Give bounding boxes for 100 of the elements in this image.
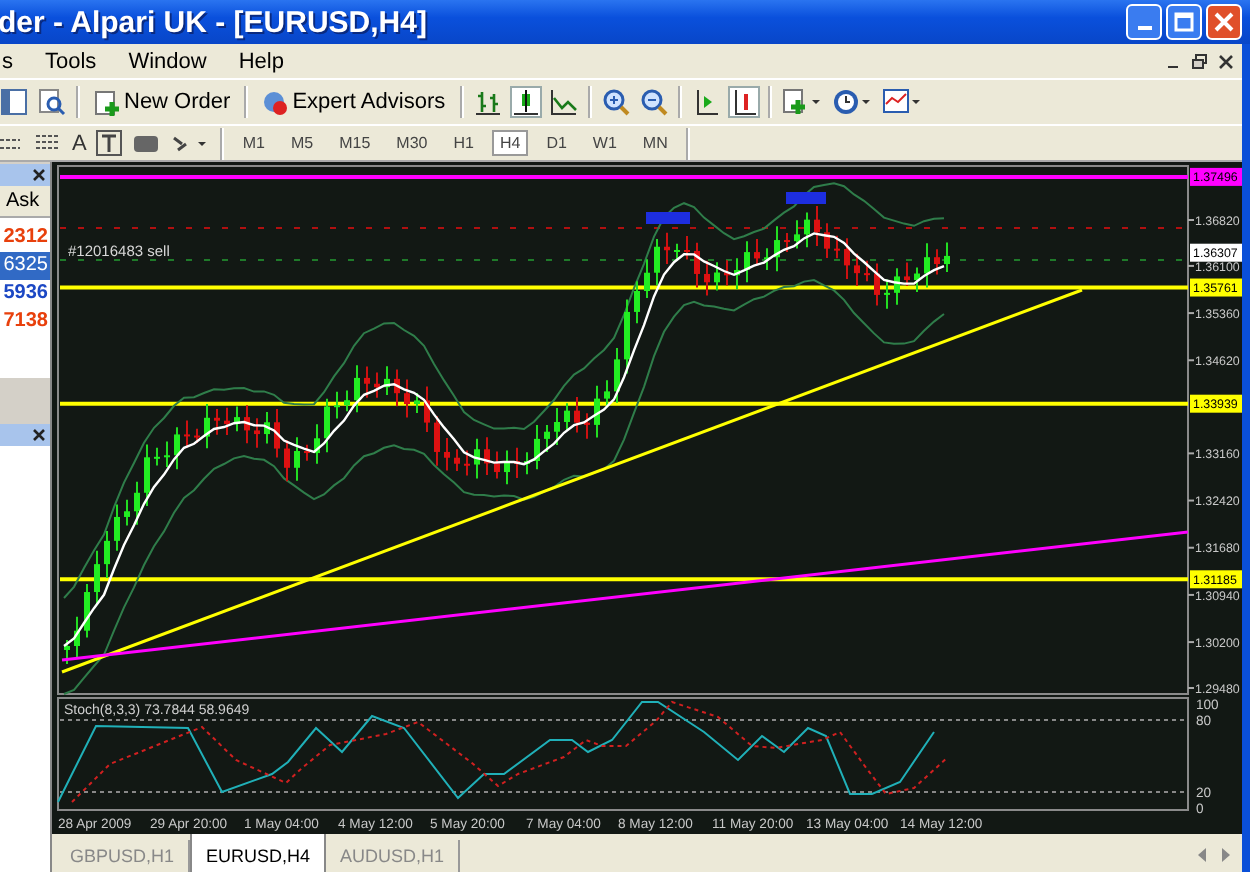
candle [114, 503, 120, 552]
candle [374, 371, 380, 399]
candle [444, 437, 450, 472]
candle [844, 237, 850, 280]
candle [304, 443, 310, 462]
ask-price[interactable]: 5936 [0, 280, 50, 308]
chart-shift-icon[interactable] [691, 88, 720, 116]
expert-advisors-button[interactable]: Expert Advisors [258, 89, 450, 115]
candle [414, 391, 420, 415]
candle [894, 267, 900, 306]
search-icon[interactable] [38, 88, 66, 116]
close-icon[interactable] [32, 168, 46, 182]
restore-icon[interactable] [1192, 53, 1208, 69]
zoom-out-icon[interactable] [639, 88, 668, 116]
candle [764, 247, 770, 272]
candle [274, 408, 280, 459]
text-label-icon[interactable] [96, 130, 123, 156]
candle [714, 261, 720, 292]
candle [104, 529, 110, 579]
candle [514, 446, 520, 479]
candle [884, 278, 890, 310]
arrows-icon[interactable] [170, 131, 211, 155]
scroll-right-icon[interactable] [1220, 848, 1230, 862]
timeframe-button[interactable]: M15 [331, 130, 379, 156]
maximize-icon [1174, 12, 1194, 32]
candle [804, 211, 810, 249]
candle [734, 257, 740, 291]
ask-price[interactable]: 7138 [0, 308, 50, 336]
template-icon[interactable] [881, 88, 922, 116]
document-plus-icon [94, 89, 120, 115]
minimize-button[interactable] [1126, 4, 1162, 40]
candle [534, 424, 540, 471]
timeframe-button[interactable]: D1 [538, 130, 575, 156]
candle [594, 384, 600, 439]
candle [254, 417, 260, 449]
new-order-button[interactable]: New Order [90, 89, 235, 115]
maximize-button[interactable] [1166, 4, 1202, 40]
candle [284, 439, 290, 483]
candle [84, 583, 90, 639]
timeframe-button[interactable]: MN [634, 130, 676, 156]
candle [774, 225, 780, 273]
candle [354, 364, 360, 414]
close-icon[interactable] [1218, 53, 1234, 69]
candle [74, 615, 80, 659]
candle [344, 389, 350, 413]
candle [244, 404, 250, 445]
candle [654, 237, 660, 287]
zoom-in-icon[interactable] [601, 88, 630, 116]
candle [294, 436, 300, 482]
add-indicator-icon[interactable] [781, 88, 822, 116]
candle [204, 403, 210, 450]
close-button[interactable] [1206, 4, 1242, 40]
ask-price[interactable]: 2312 [0, 224, 50, 252]
ask-price[interactable]: 6325 [0, 252, 50, 280]
candle [854, 252, 860, 288]
close-icon[interactable] [32, 428, 46, 442]
candle [554, 407, 560, 447]
candlestick-icon[interactable] [511, 88, 540, 116]
candle [684, 235, 690, 261]
candle [834, 234, 840, 260]
menu-item[interactable]: Tools [29, 49, 113, 73]
candle [324, 397, 330, 454]
timeframe-button[interactable]: W1 [584, 130, 625, 156]
candle [174, 426, 180, 471]
candle [724, 259, 730, 287]
candle [434, 415, 440, 467]
timeframe-button[interactable]: M30 [388, 130, 436, 156]
timeframe-button[interactable]: H1 [445, 130, 482, 156]
candle [504, 449, 510, 486]
candle [914, 266, 920, 294]
candle [794, 219, 800, 250]
timeframe-button[interactable]: M5 [282, 130, 322, 156]
candle [824, 222, 830, 260]
candle [674, 242, 680, 262]
candle [644, 258, 650, 299]
menu-item[interactable]: s [0, 49, 29, 73]
menu-item[interactable]: Help [222, 49, 300, 73]
candle [584, 412, 590, 440]
candle [454, 448, 460, 473]
candle [464, 449, 470, 477]
trend-line[interactable] [61, 530, 1189, 662]
scroll-left-icon[interactable] [1198, 848, 1208, 862]
candle [864, 259, 870, 283]
chart-tab[interactable]: EURUSD,H4 [190, 834, 327, 872]
candle [904, 261, 910, 288]
candle [784, 232, 790, 254]
label-icon[interactable] [132, 133, 161, 153]
clock-icon[interactable] [831, 88, 872, 116]
line-chart-icon[interactable] [549, 88, 578, 116]
fibonacci-icon[interactable] [34, 131, 62, 155]
autoscroll-icon[interactable] [729, 88, 758, 116]
column-header[interactable]: Ask [0, 186, 50, 218]
timeframe-button[interactable]: M1 [234, 130, 273, 156]
candle [544, 424, 550, 454]
menu-item[interactable]: Window [112, 49, 223, 73]
level-line[interactable] [60, 174, 1188, 179]
timeframe-button[interactable]: H4 [491, 130, 529, 156]
window-icon[interactable] [0, 88, 28, 116]
bar-chart-icon[interactable] [473, 88, 502, 116]
text-tool-button[interactable]: A [72, 131, 87, 155]
